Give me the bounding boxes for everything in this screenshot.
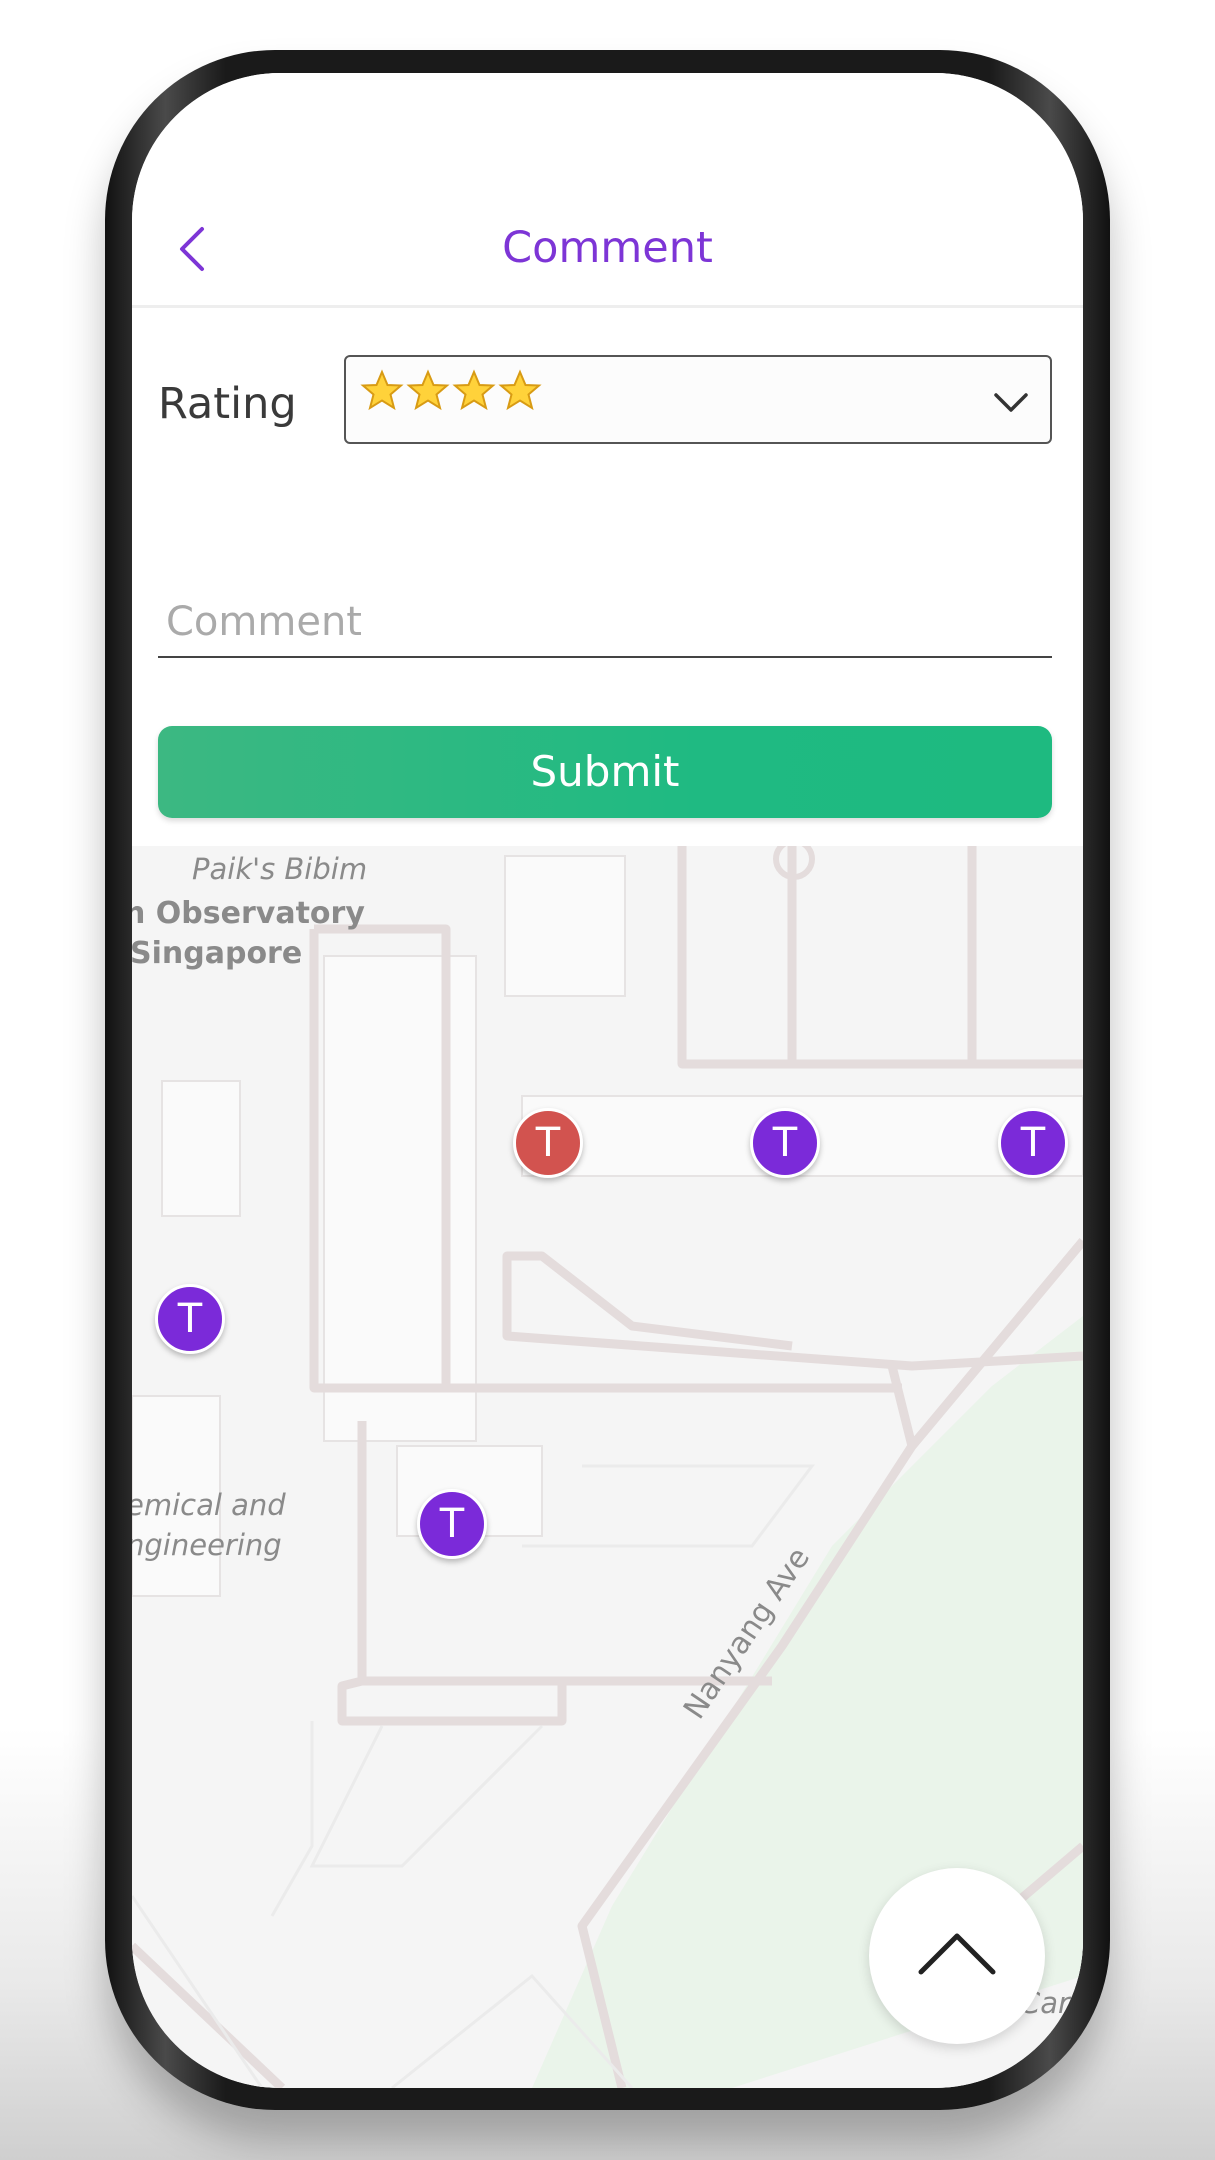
phone-frame: Comment Rating Submit xyxy=(105,50,1110,2110)
building-block xyxy=(504,855,626,997)
rating-dropdown[interactable] xyxy=(344,355,1052,444)
map-place-label: n Observatory xyxy=(132,896,365,931)
comment-input[interactable] xyxy=(158,588,1052,658)
chevron-down-icon xyxy=(994,393,1028,412)
chevron-up-icon xyxy=(918,1933,996,1975)
map-marker[interactable]: T xyxy=(417,1489,487,1559)
app-header: Comment xyxy=(132,73,1083,308)
page-title: Comment xyxy=(502,223,713,273)
star-icon xyxy=(498,369,542,411)
rating-label: Rating xyxy=(158,379,297,429)
star-icon xyxy=(452,369,496,411)
star-icon xyxy=(360,369,404,411)
star-icon xyxy=(406,369,450,411)
rating-stars xyxy=(360,369,542,413)
app-screen: Comment Rating Submit xyxy=(132,73,1083,2088)
map-marker[interactable]: T xyxy=(155,1284,225,1354)
map-marker[interactable]: T xyxy=(998,1108,1068,1178)
map-place-label: ngineering xyxy=(132,1528,282,1562)
map-place-label: emical and xyxy=(132,1488,286,1522)
map-place-label: Paik's Bibim xyxy=(192,852,368,886)
building-block xyxy=(161,1080,241,1217)
map-place-label: Singapore xyxy=(132,936,303,971)
map-marker[interactable]: T xyxy=(750,1108,820,1178)
scroll-to-top-button[interactable] xyxy=(869,1868,1045,2044)
submit-button[interactable]: Submit xyxy=(158,726,1052,818)
map-marker-selected[interactable]: T xyxy=(513,1108,583,1178)
building-block xyxy=(323,955,477,1442)
